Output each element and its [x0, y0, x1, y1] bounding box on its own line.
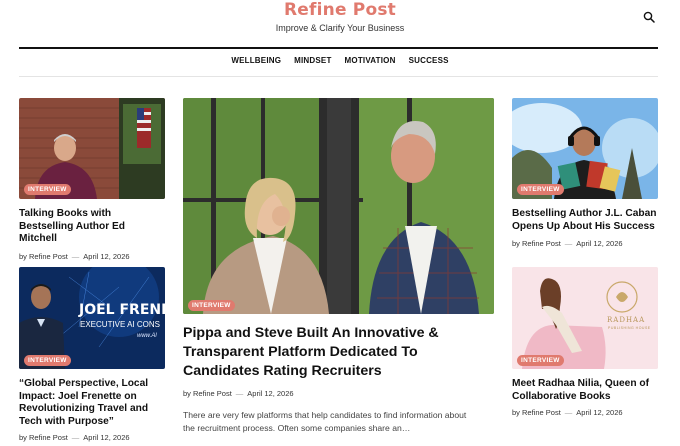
- post-title[interactable]: Meet Radhaa Nilia, Queen of Collaborativ…: [512, 378, 658, 403]
- post-thumbnail[interactable]: INTERVIEW: [512, 98, 658, 199]
- post-author[interactable]: by Refine Post: [19, 252, 68, 261]
- joel-frenette-photo: [19, 267, 165, 369]
- post-meta: by Refine Post — April 12, 2026: [19, 251, 130, 261]
- nav-divider: [19, 76, 658, 77]
- image-sub-text: PUBLISHING HOUSE: [608, 326, 651, 330]
- search-icon[interactable]: [643, 11, 655, 23]
- post-excerpt: There are very few platforms that help c…: [183, 410, 467, 433]
- category-badge[interactable]: INTERVIEW: [24, 355, 71, 366]
- image-url-text: www.Al: [137, 333, 157, 339]
- post-author[interactable]: by Refine Post: [512, 408, 561, 417]
- post-date: April 12, 2026: [576, 408, 623, 417]
- featured-thumbnail[interactable]: INTERVIEW: [183, 98, 494, 314]
- post-thumbnail[interactable]: JOEL FRENE EXECUTIVE AI CONS www.Al INTE…: [19, 267, 165, 369]
- site-tagline: Improve & Clarify Your Business: [275, 23, 405, 33]
- category-badge[interactable]: INTERVIEW: [517, 184, 564, 195]
- post-meta: by Refine Post — April 12, 2026: [183, 389, 294, 398]
- image-subtitle-text: EXECUTIVE AI CONS: [80, 320, 161, 329]
- post-thumbnail[interactable]: RADHAA PUBLISHING HOUSE INTERVIEW: [512, 267, 658, 369]
- post-card-jl-caban: INTERVIEW Bestselling Author J.L. Caban …: [512, 98, 658, 248]
- nav-item-motivation[interactable]: MOTIVATION: [345, 56, 396, 65]
- post-author[interactable]: by Refine Post: [512, 239, 561, 248]
- image-name-text: JOEL FRENE: [79, 302, 165, 318]
- post-date: April 12, 2026: [83, 433, 130, 442]
- site-title[interactable]: Refine Post: [0, 0, 680, 20]
- featured-post-title[interactable]: Pippa and Steve Built An Innovative & Tr…: [183, 324, 494, 381]
- featured-post-card: INTERVIEW Pippa and Steve Built An Innov…: [183, 98, 494, 434]
- nav-item-success[interactable]: SUCCESS: [409, 56, 449, 65]
- post-date: April 12, 2026: [576, 239, 623, 248]
- site-header: Refine Post Improve & Clarify Your Busin…: [0, 0, 680, 48]
- post-date: April 12, 2026: [83, 251, 130, 261]
- category-badge[interactable]: INTERVIEW: [188, 300, 235, 311]
- nav-item-wellbeing[interactable]: WELLBEING: [231, 56, 281, 65]
- featured-photo: [183, 98, 494, 314]
- post-date: April 12, 2026: [247, 389, 294, 398]
- image-brand-text: RADHAA: [607, 316, 646, 324]
- nav-item-mindset[interactable]: MINDSET: [294, 56, 331, 65]
- post-title[interactable]: Bestselling Author J.L. Caban Opens Up A…: [512, 208, 658, 233]
- post-title[interactable]: “Global Perspective, Local Impact: Joel …: [19, 378, 165, 428]
- category-badge[interactable]: INTERVIEW: [24, 184, 71, 195]
- main-nav: WELLBEING MINDSET MOTIVATION SUCCESS: [0, 56, 680, 70]
- post-title[interactable]: Talking Books with Bestselling Author Ed…: [19, 208, 165, 246]
- post-thumbnail[interactable]: INTERVIEW: [19, 98, 165, 199]
- post-author[interactable]: by Refine Post: [19, 433, 68, 442]
- post-card-ed-mitchell: INTERVIEW Talking Books with Bestselling…: [19, 98, 165, 261]
- post-meta: by Refine Post — April 12, 2026: [512, 408, 623, 417]
- post-meta: by Refine Post — April 12, 2026: [512, 239, 623, 248]
- post-card-joel-frenette: JOEL FRENE EXECUTIVE AI CONS www.Al INTE…: [19, 267, 165, 442]
- category-badge[interactable]: INTERVIEW: [517, 355, 564, 366]
- post-author[interactable]: by Refine Post: [183, 389, 232, 398]
- header-divider: [19, 47, 658, 49]
- post-meta: by Refine Post — April 12, 2026: [19, 433, 130, 442]
- post-card-radhaa-nilia: RADHAA PUBLISHING HOUSE INTERVIEW Meet R…: [512, 267, 658, 417]
